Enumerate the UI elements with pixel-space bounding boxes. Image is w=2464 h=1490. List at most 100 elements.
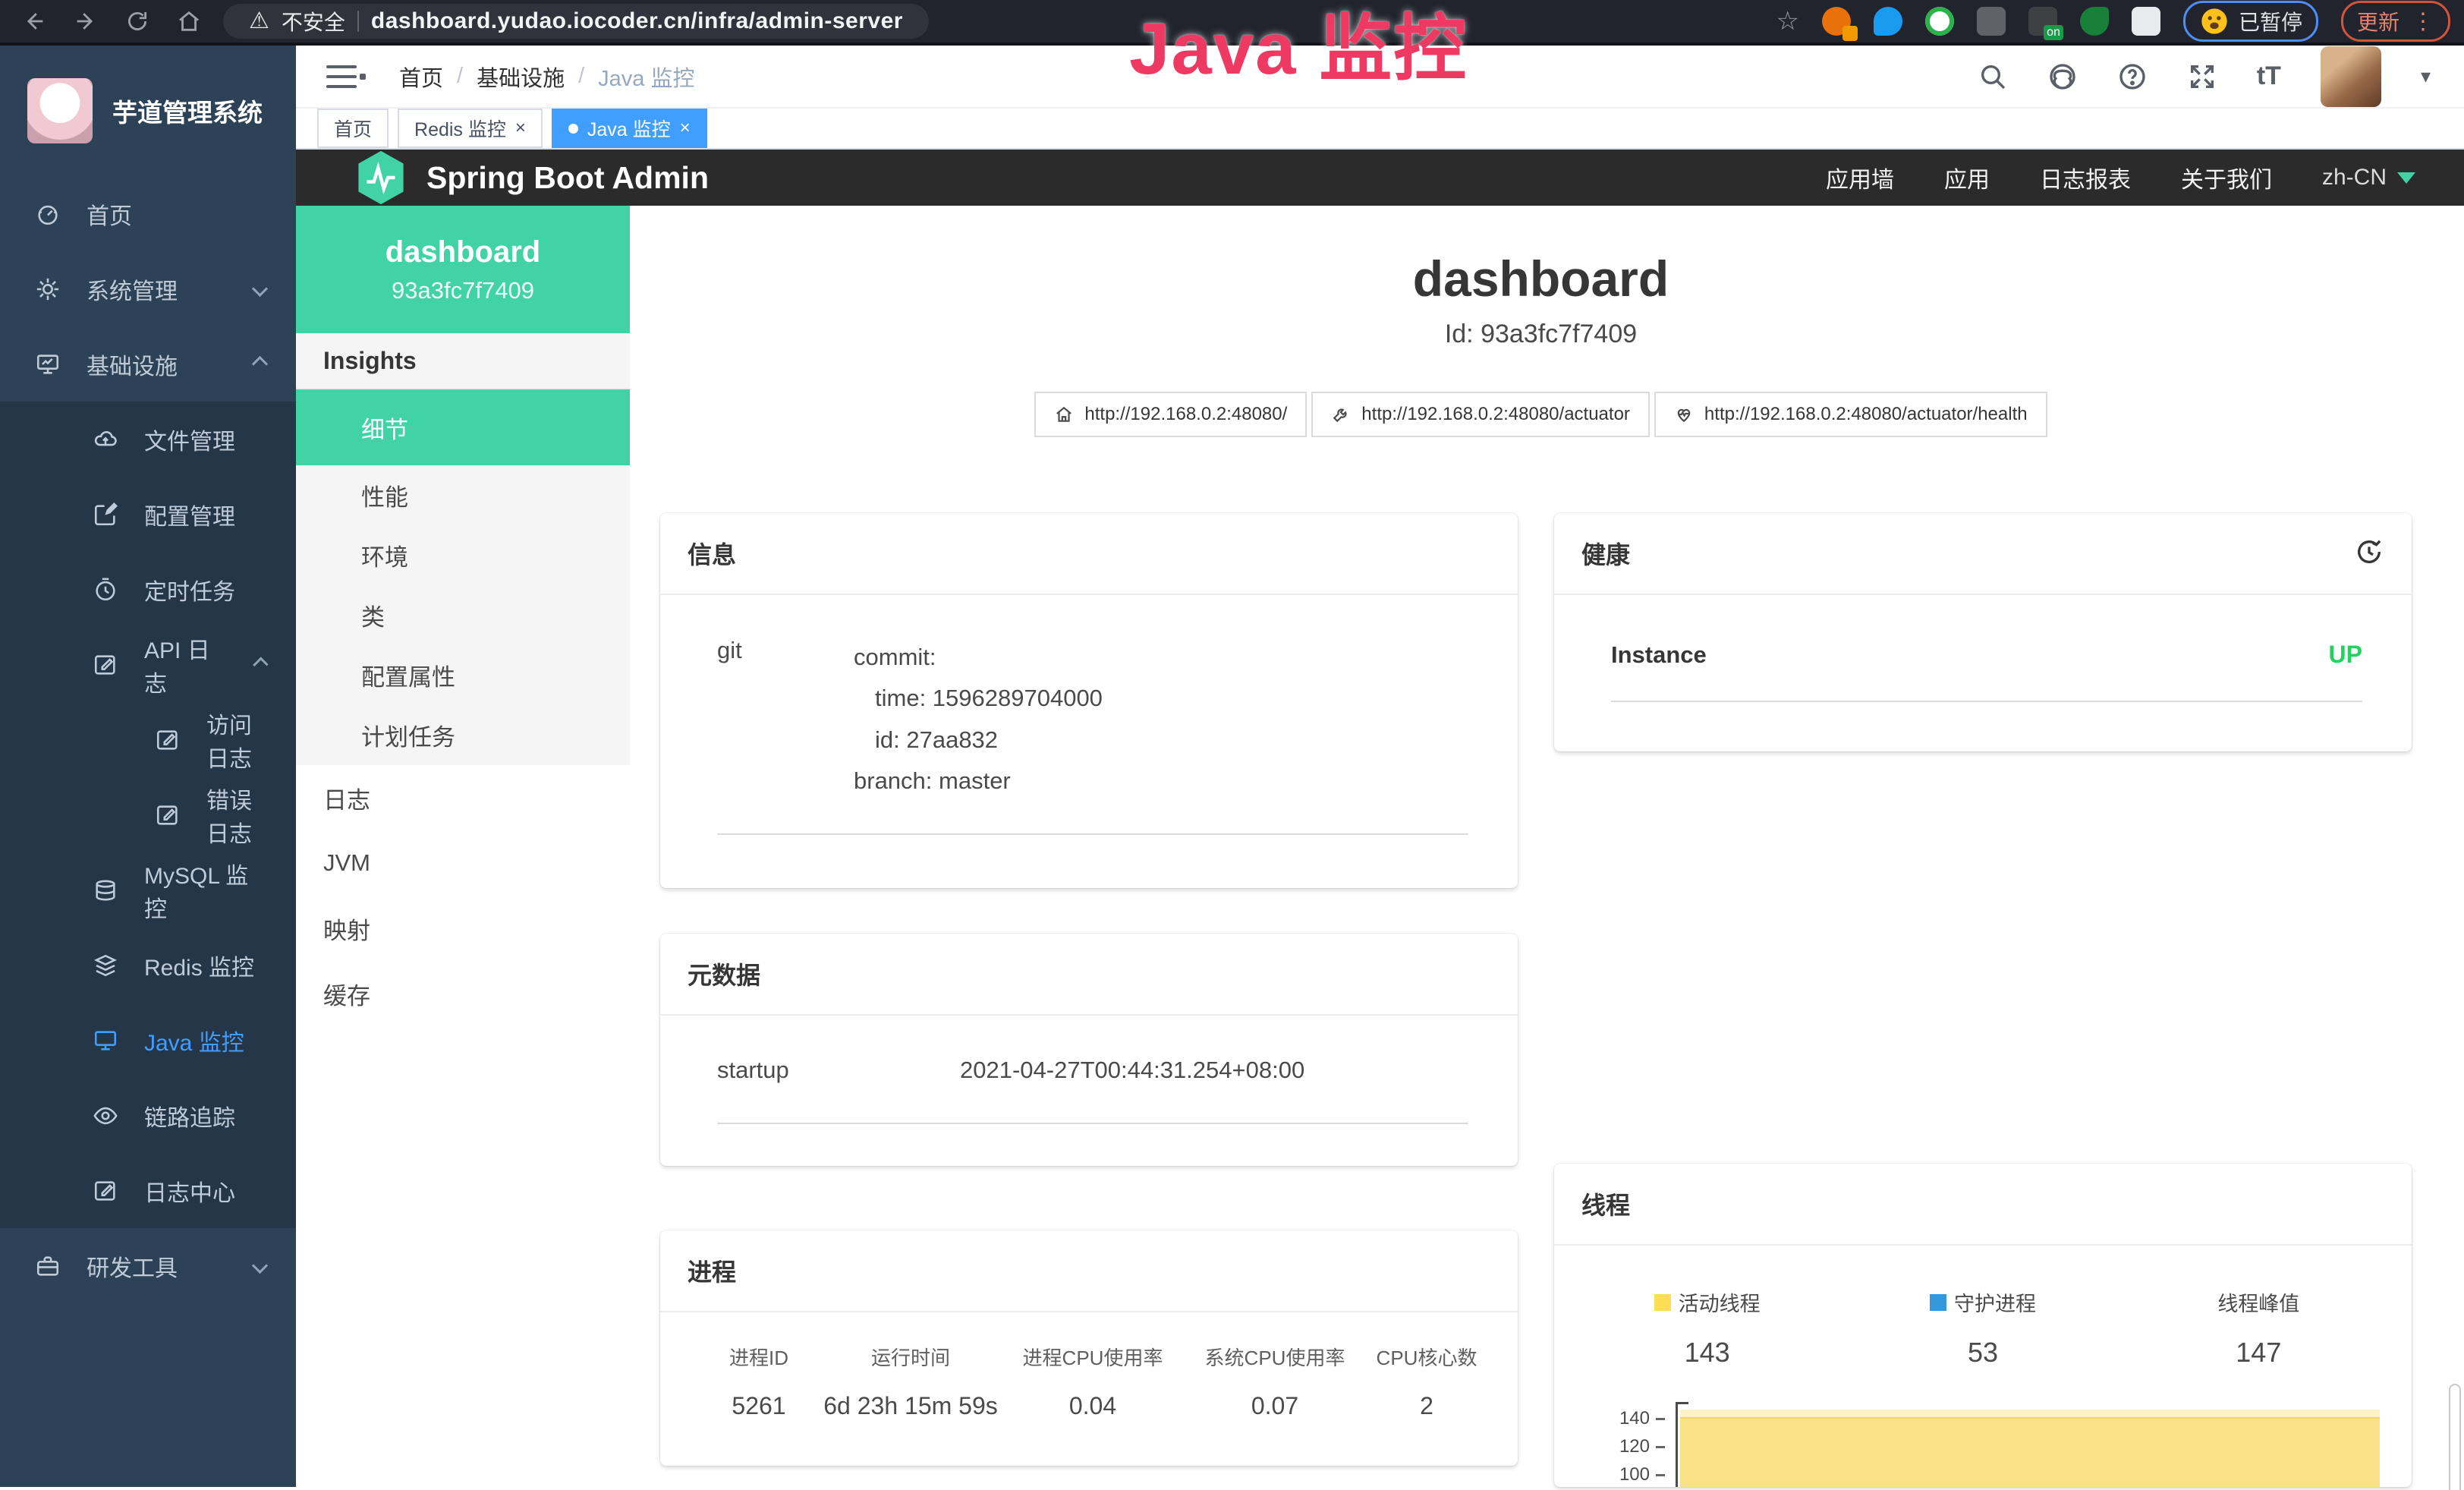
- sba-nav-applications[interactable]: 应用: [1944, 161, 1990, 194]
- sidebar-item-label: 首页: [87, 197, 132, 231]
- sidebar-item-infra[interactable]: 基础设施: [0, 326, 296, 402]
- search-icon[interactable]: [1978, 61, 2008, 92]
- tab-redis-monitor[interactable]: Redis 监控 ×: [398, 109, 543, 148]
- y-tick-label: 120: [1619, 1436, 1650, 1457]
- sidebar-item-scheduled-jobs[interactable]: 定时任务: [0, 552, 296, 627]
- sba-item-label: 缓存: [323, 977, 370, 1011]
- extension-icon-5[interactable]: on: [2028, 7, 2057, 36]
- chevron-down-icon: [252, 1258, 268, 1274]
- breadcrumb-infra[interactable]: 基础设施: [477, 61, 565, 93]
- sba-item-scheduled-tasks[interactable]: 计划任务: [296, 705, 630, 765]
- history-icon[interactable]: [2354, 537, 2384, 571]
- cloud-upload-icon: [93, 427, 118, 452]
- sba-item-loggers[interactable]: 日志: [296, 765, 630, 830]
- sidebar-item-config-manage[interactable]: 配置管理: [0, 477, 296, 552]
- extension-icon-1[interactable]: [1822, 7, 1851, 36]
- sidebar-item-access-log[interactable]: 访问日志: [0, 702, 296, 777]
- card-title: 进程: [688, 1253, 736, 1288]
- sidebar-item-java-monitor[interactable]: Java 监控: [0, 1003, 296, 1078]
- scrollbar-thumb[interactable]: [2449, 1384, 2461, 1490]
- avatar[interactable]: [2321, 46, 2381, 107]
- extension-icon-3[interactable]: [1925, 7, 1954, 36]
- sba-app-header[interactable]: dashboard 93a3fc7f7409: [296, 206, 630, 333]
- sba-nav-about[interactable]: 关于我们: [2181, 161, 2272, 194]
- legend-swatch-blue: [1930, 1294, 1946, 1311]
- health-url-link[interactable]: http://192.168.0.2:48080/actuator/health: [1654, 392, 2047, 437]
- chart-plot-area: [1676, 1402, 2380, 1487]
- sba-nav-wallboard[interactable]: 应用墙: [1826, 161, 1894, 194]
- sidebar-item-file-manage[interactable]: 文件管理: [0, 402, 296, 477]
- bookmark-star-icon[interactable]: ☆: [1776, 6, 1798, 36]
- hamburger-icon[interactable]: [326, 64, 357, 90]
- sidebar-item-label: 错误日志: [206, 782, 266, 849]
- sba-item-label: JVM: [323, 849, 370, 877]
- card-title: 元数据: [688, 956, 760, 991]
- sidebar-item-label: 日志中心: [144, 1174, 235, 1208]
- github-icon[interactable]: [2047, 61, 2078, 92]
- address-bar[interactable]: ⚠ 不安全 dashboard.yudao.iocoder.cn/infra/a…: [223, 4, 929, 39]
- breadcrumb-home[interactable]: 首页: [399, 61, 443, 93]
- sba-brand[interactable]: Spring Boot Admin: [355, 150, 709, 206]
- thread-peak-band: [1680, 1410, 2380, 1417]
- sidebar-item-home[interactable]: 首页: [0, 176, 296, 251]
- sba-item-caches[interactable]: 缓存: [296, 961, 630, 1026]
- dashboard-icon: [35, 201, 61, 227]
- extension-icon-6[interactable]: [2080, 7, 2109, 36]
- sba-item-mappings[interactable]: 映射: [296, 896, 630, 961]
- actuator-url-link[interactable]: http://192.168.0.2:48080/actuator: [1311, 392, 1650, 437]
- info-key: git: [717, 637, 854, 802]
- sidebar-item-log-center[interactable]: 日志中心: [0, 1153, 296, 1228]
- back-icon[interactable]: [21, 8, 47, 34]
- sidebar-item-dev-tools[interactable]: 研发工具: [0, 1228, 296, 1303]
- tab-label: Redis 监控: [414, 115, 506, 142]
- locale-selector[interactable]: zh-CN: [2322, 165, 2415, 191]
- tab-home[interactable]: 首页: [317, 109, 389, 148]
- y-tick-label: 100: [1619, 1464, 1650, 1485]
- process-card: 进程 进程ID5261 运行时间6d 23h 15m 59s 进程CPU使用率0…: [660, 1230, 1518, 1466]
- close-icon[interactable]: ×: [515, 118, 526, 139]
- sidebar-item-label: 配置管理: [144, 498, 235, 531]
- security-label: 不安全: [282, 6, 345, 36]
- sba-nav-journal[interactable]: 日志报表: [2040, 161, 2131, 194]
- fullscreen-icon[interactable]: [2187, 61, 2217, 92]
- sba-item-config-props[interactable]: 配置属性: [296, 645, 630, 705]
- puzzle-extension-icon[interactable]: [2132, 7, 2160, 36]
- sidebar-item-label: 文件管理: [144, 423, 235, 456]
- sba-item-details[interactable]: 细节: [296, 389, 630, 465]
- legend-label: 线程峰值: [2217, 1287, 2299, 1317]
- breadcrumb: 首页 / 基础设施 / Java 监控: [399, 61, 694, 93]
- home-icon[interactable]: [176, 8, 202, 34]
- screen: ⚠ 不安全 dashboard.yudao.iocoder.cn/infra/a…: [0, 0, 2464, 1490]
- sidebar-item-tracing[interactable]: 链路追踪: [0, 1078, 296, 1153]
- help-icon[interactable]: [2117, 61, 2148, 92]
- forward-icon[interactable]: [73, 8, 99, 34]
- process-col-header: 进程ID: [698, 1343, 820, 1371]
- sidebar-item-label: 系统管理: [87, 272, 178, 306]
- browser-chrome: ⚠ 不安全 dashboard.yudao.iocoder.cn/infra/a…: [0, 0, 2464, 46]
- reload-icon[interactable]: [124, 8, 150, 34]
- browser-menu-icon[interactable]: ⋮: [2412, 8, 2434, 35]
- sba-item-jvm[interactable]: JVM: [296, 830, 630, 896]
- tab-java-monitor[interactable]: Java 监控×: [552, 109, 707, 148]
- extension-icon-4[interactable]: [1977, 7, 2006, 36]
- paused-extension-badge[interactable]: 已暂停: [2183, 1, 2318, 42]
- chrome-update-button[interactable]: 更新 ⋮: [2341, 1, 2450, 42]
- sba-item-metrics[interactable]: 性能: [296, 465, 630, 525]
- briefcase-icon: [35, 1253, 61, 1279]
- actuator-url-text: http://192.168.0.2:48080/actuator: [1361, 404, 1630, 425]
- sidebar-item-api-log[interactable]: API 日志: [0, 627, 296, 702]
- extension-icon-2[interactable]: [1874, 7, 1902, 36]
- sidebar-item-redis-monitor[interactable]: Redis 监控: [0, 928, 296, 1003]
- sidebar-item-system[interactable]: 系统管理: [0, 251, 296, 326]
- service-url-link[interactable]: http://192.168.0.2:48080/: [1034, 392, 1307, 437]
- y-tick-label: 140: [1619, 1408, 1650, 1429]
- close-icon[interactable]: ×: [680, 118, 691, 139]
- sba-item-beans[interactable]: 类: [296, 585, 630, 645]
- sidebar-item-mysql-monitor[interactable]: MySQL 监控: [0, 852, 296, 928]
- avatar-caret-icon[interactable]: ▾: [2421, 65, 2431, 88]
- sba-item-environment[interactable]: 环境: [296, 525, 630, 585]
- url-separator: [357, 11, 359, 32]
- font-size-icon[interactable]: tT: [2257, 61, 2281, 91]
- sidebar-item-error-log[interactable]: 错误日志: [0, 777, 296, 852]
- card-title: 信息: [688, 536, 736, 571]
